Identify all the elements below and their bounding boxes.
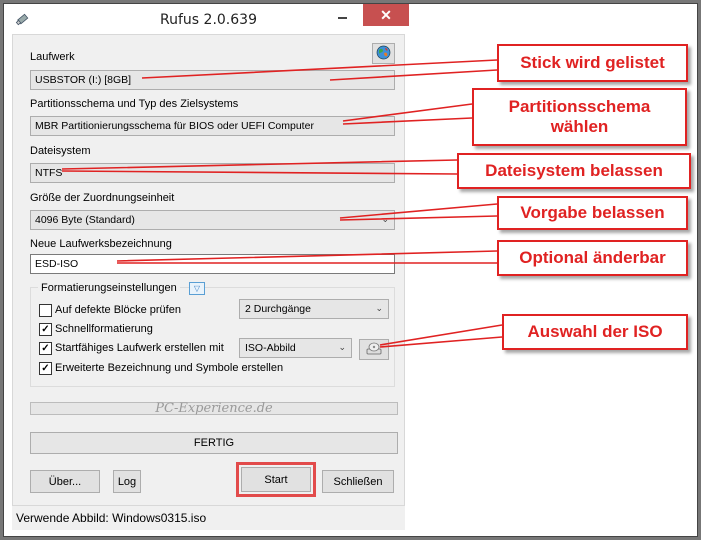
device-value: USBSTOR (I:) [8GB]	[35, 74, 132, 86]
callout-cluster: Vorgabe belassen	[497, 196, 688, 230]
status-text: FERTIG	[30, 432, 398, 454]
start-button[interactable]: Start	[241, 467, 311, 492]
volume-label-value: ESD-ISO	[35, 258, 79, 270]
select-iso-button[interactable]	[359, 339, 389, 360]
bootable-checkbox[interactable]: ✓	[39, 342, 52, 355]
filesystem-label: Dateisystem	[30, 145, 91, 157]
extended-label-label: Erweiterte Bezeichnung und Symbole erste…	[55, 362, 284, 374]
partition-label: Partitionsschema und Typ des Zielsystems	[30, 98, 239, 110]
filesystem-select[interactable]: NTFS	[30, 163, 395, 183]
status-bar: Verwende Abbild: Windows0315.iso	[12, 505, 405, 530]
cluster-size-select[interactable]: 4096 Byte (Standard) ⌄	[30, 210, 395, 230]
chevron-down-icon: ▽	[193, 284, 201, 293]
watermark: PC-Experience.de	[155, 401, 273, 416]
callout-label: Optional änderbar	[497, 240, 688, 276]
quick-format-checkbox[interactable]: ✓	[39, 323, 52, 336]
bad-blocks-checkbox[interactable]	[39, 304, 52, 317]
title-bar[interactable]: Rufus 2.0.639 ✕	[4, 4, 413, 34]
callout-iso: Auswahl der ISO	[502, 314, 688, 350]
rufus-window: Rufus 2.0.639 ✕ Laufwerk USBSTOR (I:) [8…	[4, 4, 413, 536]
about-button[interactable]: Über...	[30, 470, 100, 493]
bootable-label: Startfähiges Laufwerk erstellen mit	[55, 342, 224, 354]
cluster-size-value: 4096 Byte (Standard)	[35, 214, 135, 226]
globe-icon	[376, 45, 391, 63]
partition-select[interactable]: MBR Partitionierungsschema für BIOS oder…	[30, 116, 395, 136]
passes-value: 2 Durchgänge	[245, 303, 311, 315]
callout-partition-line2: wählen	[550, 117, 609, 136]
device-select[interactable]: USBSTOR (I:) [8GB]	[30, 70, 395, 90]
boot-type-select[interactable]: ISO-Abbild ⌄	[239, 338, 352, 358]
callout-filesystem: Dateisystem belassen	[457, 153, 691, 189]
close-icon: ✕	[380, 6, 392, 23]
partition-value: MBR Partitionierungsschema für BIOS oder…	[35, 120, 314, 132]
chevron-down-icon: ⌄	[375, 303, 383, 313]
chevron-down-icon: ⌄	[338, 342, 346, 352]
toggle-advanced-button[interactable]: ▽	[189, 282, 205, 295]
filesystem-value: NTFS	[35, 167, 63, 179]
bad-blocks-label: Auf defekte Blöcke prüfen	[55, 304, 181, 316]
boot-type-value: ISO-Abbild	[245, 342, 296, 354]
check-icon: ✓	[41, 323, 50, 335]
volume-label-input[interactable]: ESD-ISO	[30, 254, 395, 274]
callout-partition: Partitionsschema wählen	[472, 88, 687, 146]
callout-partition-line1: Partitionsschema	[508, 96, 651, 116]
close-window-button[interactable]: ✕	[363, 4, 409, 26]
log-button[interactable]: Log	[113, 470, 141, 493]
cluster-size-label: Größe der Zuordnungseinheit	[30, 192, 175, 204]
passes-select[interactable]: 2 Durchgänge ⌄	[239, 299, 389, 319]
check-icon: ✓	[41, 342, 50, 354]
close-button[interactable]: Schließen	[322, 470, 394, 493]
quick-format-label: Schnellformatierung	[55, 323, 153, 335]
volume-label-label: Neue Laufwerksbezeichnung	[30, 238, 172, 250]
extended-label-checkbox[interactable]: ✓	[39, 362, 52, 375]
device-label: Laufwerk	[30, 51, 75, 63]
chevron-down-icon: ⌄	[381, 214, 389, 224]
main-panel: Laufwerk USBSTOR (I:) [8GB] Partitionssc…	[12, 34, 405, 530]
minimize-button[interactable]	[329, 4, 355, 26]
format-options-title: Formatierungseinstellungen	[38, 282, 180, 294]
callout-stick: Stick wird gelistet	[497, 44, 688, 82]
minimize-icon	[337, 17, 347, 19]
language-button[interactable]	[372, 43, 395, 64]
check-icon: ✓	[41, 362, 50, 374]
optical-drive-icon	[366, 341, 382, 358]
